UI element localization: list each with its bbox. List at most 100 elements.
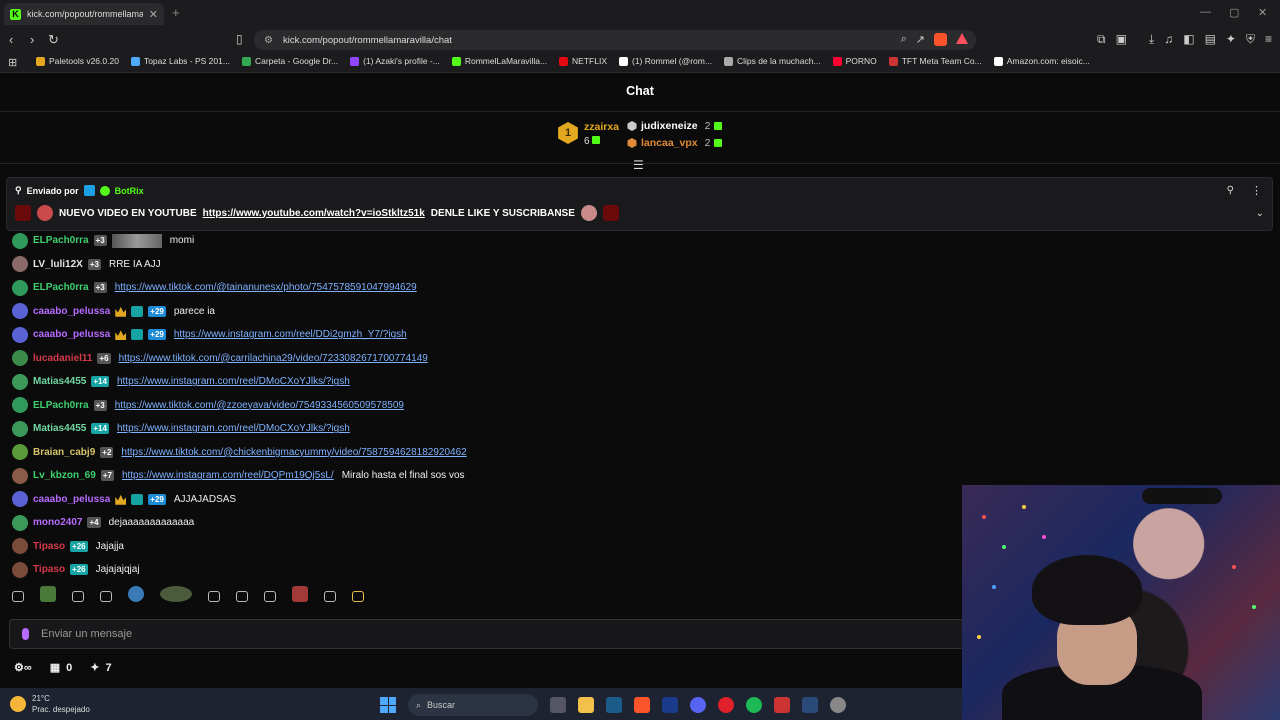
maximize-icon[interactable]: ▢	[1229, 6, 1239, 19]
avatar[interactable]	[12, 514, 28, 531]
windows-start-icon[interactable]	[380, 697, 396, 713]
locked-emote-icon[interactable]	[208, 590, 220, 602]
avatar[interactable]	[12, 444, 28, 461]
file-explorer-icon[interactable]	[578, 697, 594, 713]
avatar[interactable]	[12, 350, 28, 367]
taskbar-search[interactable]: ⌕ Buscar	[408, 694, 538, 716]
brave-rewards-icon[interactable]	[956, 33, 968, 44]
avatar[interactable]	[12, 326, 28, 343]
discord-icon[interactable]	[690, 697, 706, 713]
bookmark-item[interactable]: (1) Azaki's profile -...	[350, 56, 440, 66]
avatar[interactable]	[12, 467, 28, 484]
close-window-icon[interactable]: ✕	[1258, 6, 1267, 19]
brave-browser-icon[interactable]	[634, 697, 650, 713]
extensions-icon[interactable]: ⧉	[1097, 32, 1106, 47]
username[interactable]: mono2407	[33, 517, 82, 528]
forward-icon[interactable]: ›	[30, 32, 34, 47]
emote-icon[interactable]	[160, 586, 192, 602]
steam-icon[interactable]	[606, 697, 622, 713]
downloads-icon[interactable]: ⤓	[1149, 32, 1154, 47]
photoshop-icon[interactable]	[662, 697, 678, 713]
spotify-icon[interactable]	[746, 697, 762, 713]
leaderboard-first-name[interactable]: zzairxa	[584, 121, 619, 133]
leaderboard-second[interactable]: judixeneize 2	[627, 120, 723, 132]
username[interactable]: ELPach0rra	[33, 400, 89, 411]
bookmark-item[interactable]: Topaz Labs - PS 201...	[130, 56, 230, 66]
kicks-button[interactable]: ✦ 7	[90, 661, 111, 675]
message-link[interactable]: https://www.instagram.com/reel/DQPm19Qj5…	[122, 470, 334, 481]
message-link[interactable]: https://www.tiktok.com/@carrilachina29/v…	[119, 353, 428, 364]
bookmark-item[interactable]: Paletools v26.0.20	[36, 56, 119, 66]
chat-input-box[interactable]	[9, 619, 964, 649]
username[interactable]: caaabo_pelussa	[33, 306, 110, 317]
wallet-icon[interactable]: ▤	[1205, 32, 1216, 47]
locked-emote-icon[interactable]	[324, 590, 336, 602]
message-link[interactable]: https://www.instagram.com/reel/DMoCXoYJl…	[117, 423, 350, 434]
emote-icon[interactable]	[128, 586, 144, 602]
avatar[interactable]	[12, 491, 28, 508]
emote-picker-icon[interactable]	[22, 628, 29, 640]
username[interactable]: LV_luli12X	[33, 259, 83, 270]
apps-grid-icon[interactable]: ⊞	[8, 56, 17, 69]
media-icon[interactable]: ♫	[1164, 32, 1173, 47]
address-bar[interactable]: ⚙ kick.com/popout/rommellamaravilla/chat…	[254, 30, 976, 50]
obs-icon[interactable]	[830, 697, 846, 713]
avatar[interactable]	[12, 561, 28, 578]
zoom-icon[interactable]: ⌕	[901, 33, 907, 46]
bookmark-item[interactable]: NETFLIX	[559, 56, 607, 66]
bookmark-item[interactable]: (1) Rommel (@rom...	[619, 56, 712, 66]
locked-emote-icon[interactable]	[12, 590, 24, 602]
emote-icon[interactable]	[292, 586, 308, 602]
emote-icon[interactable]	[40, 586, 56, 602]
pinned-sender[interactable]: BotRix	[115, 186, 144, 196]
username[interactable]: ELPach0rra	[33, 282, 89, 293]
more-options-icon[interactable]: ⋮	[1251, 184, 1262, 197]
menu-icon[interactable]: ≡	[1265, 32, 1272, 47]
valorant-icon[interactable]	[774, 697, 790, 713]
locked-emote-icon[interactable]	[236, 590, 248, 602]
bookmark-item[interactable]: Clips de la muchach...	[723, 56, 821, 66]
message-link[interactable]: https://www.tiktok.com/@zzoeyava/video/7…	[115, 400, 404, 411]
bookmark-icon[interactable]: ▯	[236, 32, 243, 46]
bookmark-item[interactable]: PORNO	[832, 56, 877, 66]
chat-message-input[interactable]	[41, 628, 841, 640]
username[interactable]: Matias4455	[33, 376, 86, 387]
chat-settings-button[interactable]: ⚙∞	[14, 661, 32, 674]
minimize-icon[interactable]: —	[1200, 6, 1211, 18]
username[interactable]: Tipaso	[33, 541, 65, 552]
username[interactable]: ELPach0rra	[33, 235, 89, 246]
username[interactable]: caaabo_pelussa	[33, 494, 110, 505]
username[interactable]: lucadaniel11	[33, 353, 92, 364]
channel-points-button[interactable]: ▦ 0	[50, 661, 73, 675]
avatar[interactable]	[12, 397, 28, 414]
weather-widget[interactable]: 21°C Prac. despejado	[10, 693, 90, 715]
sidebar-icon[interactable]: ◧	[1183, 32, 1194, 47]
site-settings-icon[interactable]: ⚙	[264, 35, 273, 46]
unpin-icon[interactable]: ⚲	[1227, 185, 1234, 196]
locked-emote-icon[interactable]	[264, 590, 276, 602]
bookmark-item[interactable]: Carpeta - Google Dr...	[241, 56, 338, 66]
username[interactable]: Braian_cabj9	[33, 447, 95, 458]
share-icon[interactable]: ↗	[916, 33, 925, 46]
avatar[interactable]	[12, 232, 28, 249]
locked-emote-icon[interactable]	[72, 590, 84, 602]
avatar[interactable]	[12, 420, 28, 437]
back-icon[interactable]: ‹	[9, 32, 13, 47]
leaderboard-third[interactable]: lancaa_vpx 2	[627, 137, 723, 149]
expand-leaderboard-icon[interactable]: ☰	[633, 158, 644, 172]
message-link[interactable]: https://www.instagram.com/reel/DDi2gmzh_…	[174, 329, 407, 340]
chevron-down-icon[interactable]: ⌄	[1256, 208, 1264, 219]
new-tab-icon[interactable]: +	[172, 5, 180, 20]
url-text[interactable]: kick.com/popout/rommellamaravilla/chat	[283, 35, 452, 46]
message-link[interactable]: https://www.tiktok.com/@chickenbigmacyum…	[121, 447, 466, 458]
pinned-link[interactable]: https://www.youtube.com/watch?v=ioStkltz…	[203, 208, 425, 219]
username[interactable]: Matias4455	[33, 423, 86, 434]
bookmark-item[interactable]: Amazon.com: eisoic...	[993, 56, 1090, 66]
message-link[interactable]: https://www.tiktok.com/@tainanunesx/phot…	[115, 282, 417, 293]
reload-icon[interactable]: ↻	[48, 32, 59, 48]
message-link[interactable]: https://www.instagram.com/reel/DMoCXoYJl…	[117, 376, 350, 387]
vpn-icon[interactable]: ⛨	[1246, 32, 1255, 47]
locked-emote-icon[interactable]	[100, 590, 112, 602]
locked-emote-icon[interactable]	[352, 590, 364, 602]
avatar[interactable]	[12, 373, 28, 390]
